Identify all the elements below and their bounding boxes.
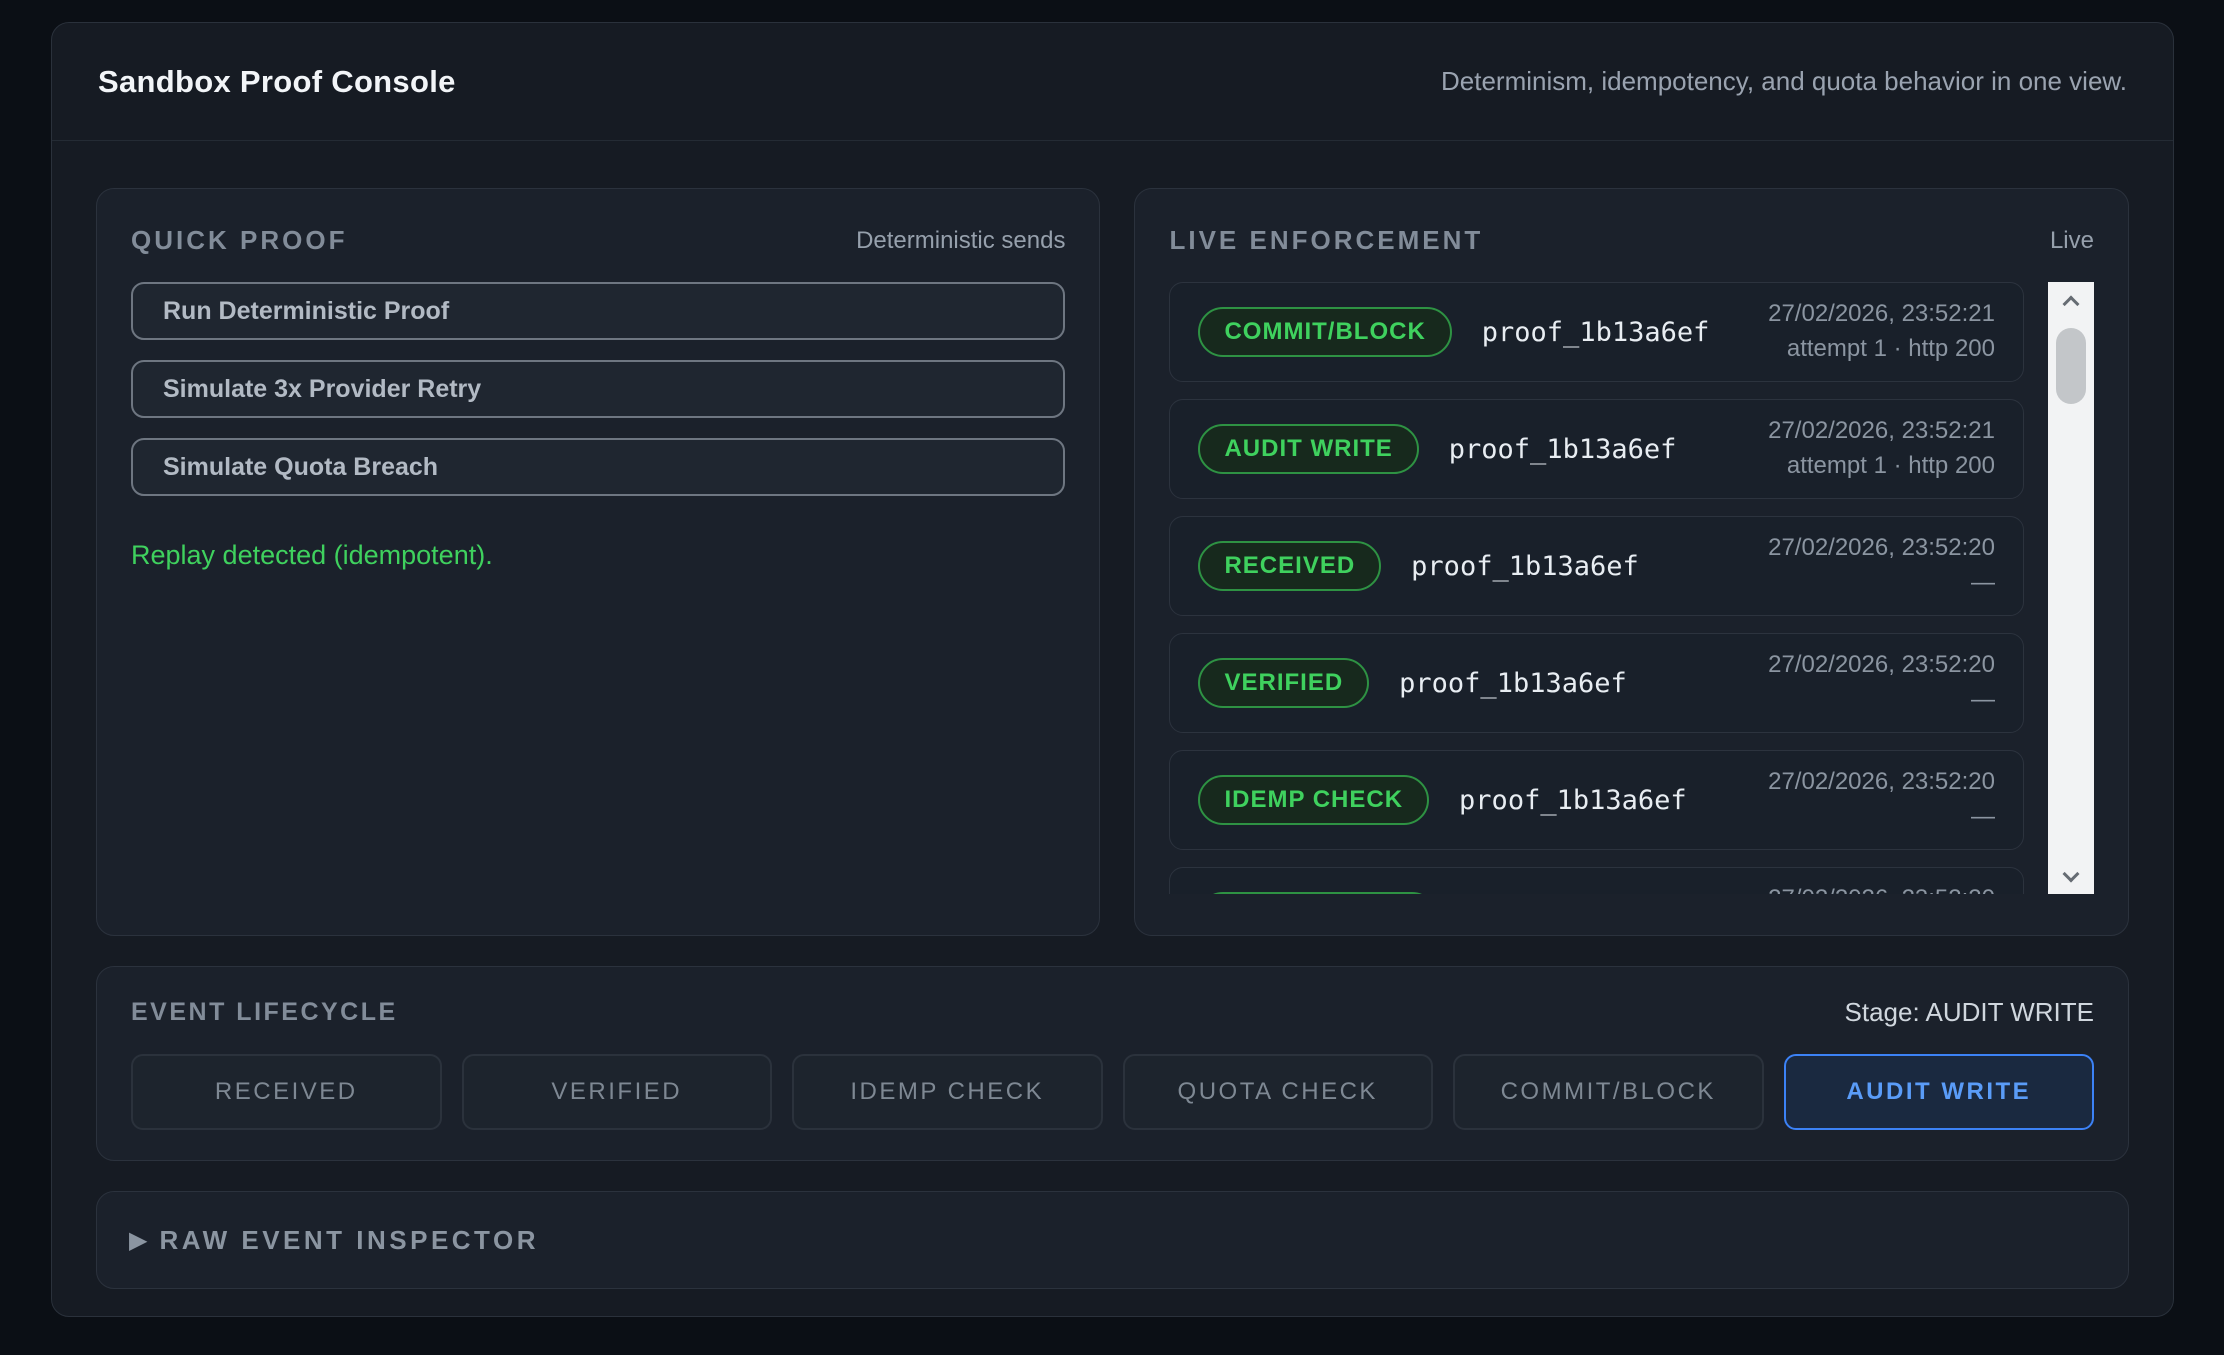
event-row[interactable]: AUDIT WRITE proof_1b13a6ef 27/02/2026, 2… [1169,399,2024,499]
event-timestamp: 27/02/2026, 23:52:20 [1768,531,1995,566]
stage-pill-label: QUOTA CHECK [1178,1078,1378,1106]
stage-pill[interactable]: COMMIT/BLOCK [1453,1054,1764,1130]
current-stage-label: Stage: AUDIT WRITE [1845,997,2094,1028]
event-list-scrollbar[interactable] [2048,282,2094,894]
quick-proof-buttons: Run Deterministic Proof Simulate 3x Prov… [131,282,1065,516]
quick-proof-button[interactable]: Simulate 3x Provider Retry [131,360,1065,418]
event-meta: 27/02/2026, 23:52:21 attempt 1 · http 20… [1768,414,1995,484]
sandbox-proof-console-window: Sandbox Proof Console Determinism, idemp… [51,22,2174,1317]
app-header: Sandbox Proof Console Determinism, idemp… [52,23,2173,141]
event-attempt-info: — [1768,683,1995,718]
quick-proof-header: QUICK PROOF Deterministic sends [131,225,1065,256]
event-timestamp: 27/02/2026, 23:52:20 [1768,882,1995,894]
event-meta: 27/02/2026, 23:52:20 — [1768,648,1995,718]
page-title: Sandbox Proof Console [98,64,456,100]
quick-proof-button[interactable]: Simulate Quota Breach [131,438,1065,496]
lifecycle-stage-pills: RECEIVED VERIFIED IDEMP CHECK QUOTA CHEC… [131,1054,2094,1130]
event-row-left: IDEMP CHECK proof_1b13a6ef [1198,775,1686,825]
stage-pill[interactable]: AUDIT WRITE [1784,1054,2095,1130]
stage-pill-label: VERIFIED [551,1078,682,1106]
stage-badge: RECEIVED [1198,541,1381,591]
disclosure-triangle-icon: ▶ [129,1226,147,1255]
event-row-left: RECEIVED proof_1b13a6ef [1198,541,1638,591]
scroll-down-icon[interactable] [2062,866,2079,883]
event-lifecycle-panel: EVENT LIFECYCLE Stage: AUDIT WRITE RECEI… [96,966,2129,1161]
event-timestamp: 27/02/2026, 23:52:21 [1768,297,1995,332]
event-attempt-info: attempt 1 · http 200 [1768,449,1995,484]
quick-proof-button-label: Simulate 3x Provider Retry [163,375,481,403]
stage-pill[interactable]: IDEMP CHECK [792,1054,1103,1130]
scrollbar-thumb[interactable] [2056,328,2086,404]
stage-pill-label: IDEMP CHECK [850,1078,1044,1106]
event-id: proof_1b13a6ef [1482,317,1710,348]
event-row-left: VERIFIED proof_1b13a6ef [1198,658,1626,708]
scroll-up-icon[interactable] [2062,296,2079,313]
event-lifecycle-title: EVENT LIFECYCLE [131,998,398,1027]
event-meta: 27/02/2026, 23:52:21 attempt 1 · http 20… [1768,297,1995,367]
event-id: proof_1b13a6ef [1399,668,1627,699]
event-list-viewport: COMMIT/BLOCK proof_1b13a6ef 27/02/2026, … [1169,282,2094,894]
event-meta: 27/02/2026, 23:52:20 — [1768,765,1995,835]
stage-pill[interactable]: QUOTA CHECK [1123,1054,1434,1130]
stage-badge: IDEMP CHECK [1198,775,1429,825]
quick-proof-title: QUICK PROOF [131,225,347,256]
event-attempt-info: — [1768,566,1995,601]
quick-proof-button[interactable]: Run Deterministic Proof [131,282,1065,340]
event-row[interactable]: QUOTA CHECK proof_1b13a6ef 27/02/2026, 2… [1169,867,2024,894]
stage-pill[interactable]: VERIFIED [462,1054,773,1130]
stage-badge: QUOTA CHECK [1198,892,1437,894]
event-id: proof_1b13a6ef [1449,434,1677,465]
event-row-left: COMMIT/BLOCK proof_1b13a6ef [1198,307,1709,357]
event-id: proof_1b13a6ef [1411,551,1639,582]
content-area: QUICK PROOF Deterministic sends Run Dete… [52,141,2173,1289]
quick-proof-button-label: Run Deterministic Proof [163,297,449,325]
event-id: proof_1b13a6ef [1459,785,1687,816]
stage-pill-label: RECEIVED [215,1078,358,1106]
event-row-left: AUDIT WRITE proof_1b13a6ef [1198,424,1676,474]
event-timestamp: 27/02/2026, 23:52:21 [1768,414,1995,449]
live-enforcement-panel: LIVE ENFORCEMENT Live COMMIT/BLOCK proof… [1134,188,2129,936]
quick-proof-note: Deterministic sends [856,227,1065,255]
stage-badge: COMMIT/BLOCK [1198,307,1451,357]
page-subtitle: Determinism, idempotency, and quota beha… [1441,66,2127,97]
raw-event-inspector-title: RAW EVENT INSPECTOR [159,1225,539,1256]
event-attempt-info: attempt 1 · http 200 [1768,332,1995,367]
replay-status-text: Replay detected (idempotent). [131,540,1065,571]
top-panels-row: QUICK PROOF Deterministic sends Run Dete… [96,188,2129,936]
event-row-left: QUOTA CHECK proof_1b13a6ef [1198,892,1695,894]
event-timestamp: 27/02/2026, 23:52:20 [1768,765,1995,800]
stage-pill-label: AUDIT WRITE [1846,1078,2031,1106]
event-attempt-info: — [1768,800,1995,835]
event-timestamp: 27/02/2026, 23:52:20 [1768,648,1995,683]
event-row[interactable]: VERIFIED proof_1b13a6ef 27/02/2026, 23:5… [1169,633,2024,733]
quick-proof-panel: QUICK PROOF Deterministic sends Run Dete… [96,188,1100,936]
event-meta: 27/02/2026, 23:52:20 — [1768,882,1995,894]
event-row[interactable]: RECEIVED proof_1b13a6ef 27/02/2026, 23:5… [1169,516,2024,616]
raw-event-inspector-toggle[interactable]: ▶ RAW EVENT INSPECTOR [96,1191,2129,1289]
stage-badge: VERIFIED [1198,658,1369,708]
event-row[interactable]: COMMIT/BLOCK proof_1b13a6ef 27/02/2026, … [1169,282,2024,382]
event-meta: 27/02/2026, 23:52:20 — [1768,531,1995,601]
live-enforcement-title: LIVE ENFORCEMENT [1169,225,1483,256]
quick-proof-button-label: Simulate Quota Breach [163,453,438,481]
event-lifecycle-header: EVENT LIFECYCLE Stage: AUDIT WRITE [131,997,2094,1028]
event-list: COMMIT/BLOCK proof_1b13a6ef 27/02/2026, … [1169,282,2024,894]
event-row[interactable]: IDEMP CHECK proof_1b13a6ef 27/02/2026, 2… [1169,750,2024,850]
stage-pill-label: COMMIT/BLOCK [1501,1078,1716,1106]
stage-pill[interactable]: RECEIVED [131,1054,442,1130]
live-enforcement-header: LIVE ENFORCEMENT Live [1169,225,2094,256]
stage-badge: AUDIT WRITE [1198,424,1418,474]
live-indicator: Live [2050,227,2094,255]
